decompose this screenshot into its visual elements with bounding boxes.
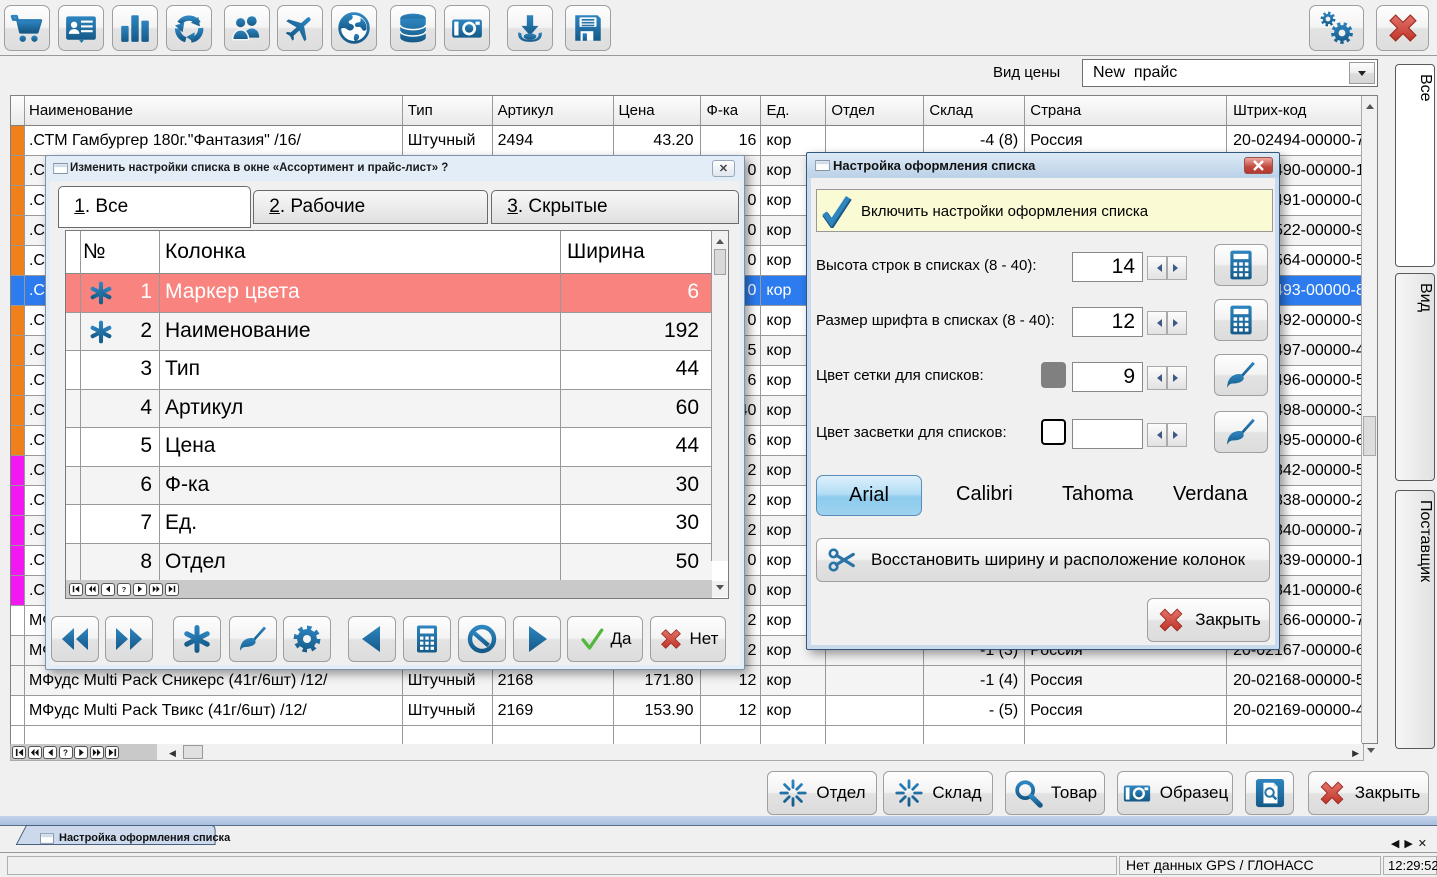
- svg-text:?: ?: [122, 585, 126, 593]
- svg-text:?: ?: [63, 748, 68, 756]
